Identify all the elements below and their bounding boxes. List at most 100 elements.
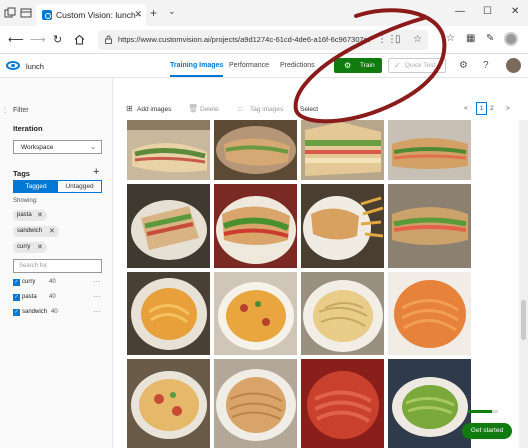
filter-icon[interactable]: ⫶ <box>4 106 6 116</box>
pager-prev-icon[interactable]: < <box>464 105 468 112</box>
page-1-current[interactable]: 1 <box>476 102 487 115</box>
search-placeholder: Search for <box>19 263 47 269</box>
browser-tab-active[interactable]: Custom Vision: lunch - ✕ <box>36 4 146 26</box>
tab-performance[interactable]: Performance <box>229 62 269 69</box>
select-button[interactable]: Select <box>300 106 318 113</box>
thumbnail-sandwich[interactable] <box>388 120 471 180</box>
forward-arrow-icon[interactable]: ⟶ <box>30 33 46 46</box>
favorites-icon[interactable]: ☆ <box>446 33 455 44</box>
minimize-button[interactable]: — <box>455 6 465 17</box>
delete-button[interactable]: Delete <box>200 106 219 113</box>
thumbnail-sandwich[interactable] <box>388 184 471 268</box>
thumbnail-sandwich[interactable] <box>127 184 210 268</box>
maximize-button[interactable]: ☐ <box>483 6 492 17</box>
thumbnail-pasta[interactable] <box>214 359 297 448</box>
chip-pasta: pasta ✕ <box>13 210 47 221</box>
browser-profile-avatar[interactable] <box>504 32 518 46</box>
tag-name: sandwich <box>22 309 48 315</box>
tag-count: 40 <box>49 279 56 285</box>
chip-label: sandwich <box>17 228 43 234</box>
home-icon[interactable] <box>74 34 85 45</box>
customvision-favicon-icon <box>42 10 52 20</box>
remove-chip-icon[interactable]: ✕ <box>37 211 43 219</box>
thumbnail-pasta[interactable] <box>214 272 297 355</box>
tag-images-button[interactable]: Tag images <box>250 106 283 113</box>
extensions-icon[interactable]: ✎ <box>486 33 494 44</box>
close-window-button[interactable]: ✕ <box>511 6 519 17</box>
tab-actions-icon[interactable] <box>4 7 16 19</box>
chip-curry: curry ✕ <box>13 242 47 253</box>
help-icon[interactable]: ? <box>483 60 489 71</box>
tag-row-curry[interactable]: ✓ curry 40 ··· <box>13 277 105 288</box>
more-options-icon[interactable]: ··· <box>93 277 101 286</box>
workspaces-icon[interactable] <box>20 7 32 19</box>
grid-scrollbar-thumb[interactable] <box>521 300 526 340</box>
checkbox-checked-icon[interactable]: ✓ <box>13 279 20 286</box>
tag-count: 40 <box>49 294 56 300</box>
thumbnail-pasta[interactable] <box>388 272 471 355</box>
back-arrow-icon[interactable]: ⟵ <box>8 33 24 46</box>
pager-next-icon[interactable]: > <box>506 105 510 112</box>
get-started-button[interactable]: Get started <box>462 423 512 439</box>
tag-row-sandwich[interactable]: ✓ sandwich 40 ··· <box>13 307 105 318</box>
tag-search-input[interactable]: Search for <box>13 259 102 273</box>
browser-titlebar: Custom Vision: lunch - ✕ + ⌄ — ☐ ✕ <box>0 0 528 26</box>
tab-training-images[interactable]: Training Images <box>170 62 224 77</box>
reading-view-icon[interactable]: ⋮⋮ <box>377 34 397 45</box>
add-images-button[interactable]: Add images <box>137 106 171 113</box>
remove-chip-icon[interactable]: ✕ <box>49 227 55 235</box>
address-bar[interactable]: https://www.customvision.ai/projects/a9d… <box>98 30 428 50</box>
tab-predictions[interactable]: Predictions <box>280 62 315 69</box>
thumbnail-pasta[interactable] <box>127 272 210 355</box>
tagged-untagged-toggle: Tagged Untagged <box>13 180 102 193</box>
tags-heading: Tags <box>13 169 30 178</box>
thumbnail-sandwich[interactable] <box>214 120 297 180</box>
more-options-icon[interactable]: ··· <box>93 307 101 316</box>
custom-vision-eye-icon[interactable] <box>6 61 20 70</box>
untagged-button[interactable]: Untagged <box>58 181 101 192</box>
get-started-progress-fill <box>468 410 492 413</box>
checkbox-checked-icon[interactable]: ✓ <box>13 294 20 301</box>
tagged-button[interactable]: Tagged <box>14 181 58 192</box>
thumbnail-sandwich[interactable] <box>301 184 384 268</box>
add-images-icon[interactable]: ⊞ <box>126 104 133 113</box>
train-gears-icon: ⚙ <box>344 61 352 70</box>
thumbnail-sandwich[interactable] <box>301 120 384 180</box>
immersive-reader-icon[interactable]: ▯ <box>395 34 401 45</box>
thumbnail-pasta[interactable] <box>301 359 384 448</box>
get-started-progress <box>468 410 498 413</box>
chip-label: curry <box>17 244 31 250</box>
iteration-select[interactable]: Workspace ⌄ <box>13 140 102 154</box>
remove-chip-icon[interactable]: ✕ <box>37 243 43 251</box>
thumbnail-pasta[interactable] <box>127 359 210 448</box>
settings-gear-icon[interactable]: ⚙ <box>459 60 468 71</box>
chip-sandwich: sandwich ✕ <box>13 226 59 237</box>
trash-icon: 🗑︎ <box>188 104 199 113</box>
grid-scrollbar[interactable] <box>519 120 528 448</box>
quick-test-check-icon: ✓ <box>394 61 401 70</box>
tab-title: Custom Vision: lunch - <box>56 10 141 20</box>
add-tag-plus-icon[interactable]: + <box>93 166 99 178</box>
thumbnail-sandwich[interactable] <box>127 120 210 180</box>
tab-menu-chevron-icon[interactable]: ⌄ <box>168 6 176 17</box>
showing-label: Showing: <box>13 198 38 204</box>
quick-test-button[interactable]: ✓ Quick Test <box>388 58 446 73</box>
checkbox-checked-icon[interactable]: ✓ <box>13 309 20 316</box>
thumbnail-pasta[interactable] <box>388 359 471 448</box>
tag-row-pasta[interactable]: ✓ pasta 40 ··· <box>13 292 105 303</box>
page-2-link[interactable]: 2 <box>490 105 494 112</box>
tab-close-icon[interactable]: ✕ <box>134 9 142 20</box>
chip-label: pasta <box>17 212 32 218</box>
user-avatar[interactable] <box>506 58 521 73</box>
more-options-icon[interactable]: ··· <box>93 292 101 301</box>
image-grid <box>114 120 519 448</box>
filter-label[interactable]: Filter <box>13 107 29 114</box>
new-tab-button[interactable]: + <box>150 6 157 20</box>
thumbnail-pasta[interactable] <box>301 272 384 355</box>
thumbnail-sandwich[interactable] <box>214 184 297 268</box>
refresh-icon[interactable]: ↻ <box>53 33 62 46</box>
train-button[interactable]: ⚙ Train <box>334 58 382 73</box>
collections-icon[interactable]: ▦ <box>466 33 475 44</box>
favorite-star-icon[interactable]: ☆ <box>413 34 422 45</box>
iteration-value: Workspace <box>21 144 54 151</box>
